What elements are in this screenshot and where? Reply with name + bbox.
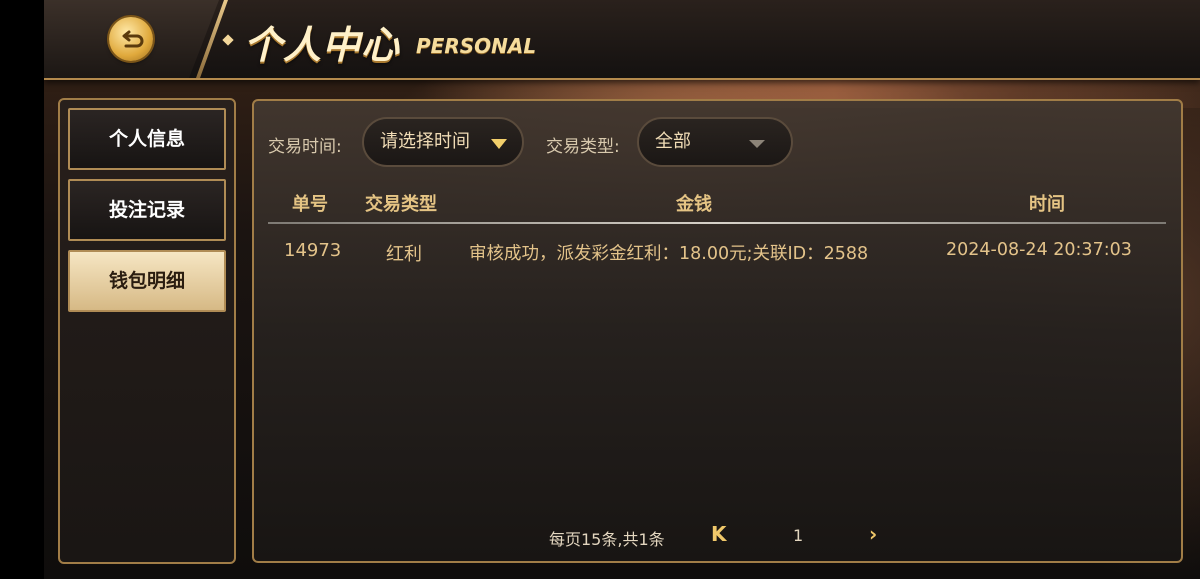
page-title-english: PERSONAL [416, 34, 537, 58]
column-header-type: 交易类型 [365, 194, 437, 215]
cell-type: 红利 [386, 244, 422, 265]
column-header-id: 单号 [292, 194, 328, 215]
sidebar-item-wallet-details[interactable]: 钱包明细 [68, 250, 226, 312]
back-arrow-icon [122, 30, 144, 48]
transaction-time-label: 交易时间: [268, 137, 342, 157]
back-button[interactable] [109, 17, 153, 61]
cell-id: 14973 [284, 240, 342, 261]
transaction-time-select[interactable]: 请选择时间 [362, 117, 524, 167]
chevron-right-icon[interactable]: › [869, 522, 877, 546]
caret-down-icon [491, 139, 507, 149]
table-header-divider [268, 222, 1166, 224]
sidebar-item-label: 个人信息 [108, 128, 185, 150]
sidebar-item-bet-records[interactable]: 投注记录 [68, 179, 226, 241]
sidebar-item-label: 钱包明细 [108, 270, 185, 292]
page-title: 个人中心 [244, 23, 401, 67]
caret-down-icon [749, 140, 765, 148]
title-diamond-icon [222, 34, 234, 46]
pagination-current-page[interactable]: 1 [793, 526, 803, 545]
column-header-time: 时间 [1029, 194, 1065, 215]
chevron-left-icon[interactable]: K [711, 522, 727, 546]
screen-edge [0, 0, 44, 579]
transaction-type-value: 全部 [655, 131, 691, 152]
column-header-amount: 金钱 [676, 194, 712, 215]
transaction-type-label: 交易类型: [546, 137, 620, 157]
cell-amount: 审核成功，派发彩金红利：18.00元;关联ID：2588 [469, 244, 869, 264]
transaction-time-value: 请选择时间 [380, 131, 470, 152]
sidebar-item-personal-info[interactable]: 个人信息 [68, 108, 226, 170]
top-bar: 个人中心 PERSONAL [44, 0, 1200, 80]
sidebar: 个人信息 投注记录 钱包明细 [58, 98, 236, 564]
pagination-summary: 每页15条,共1条 [549, 530, 665, 549]
main-panel [252, 99, 1183, 563]
sidebar-item-label: 投注记录 [108, 199, 185, 221]
cell-time: 2024-08-24 20:37:03 [946, 240, 1132, 260]
transaction-type-select[interactable]: 全部 [637, 117, 793, 167]
